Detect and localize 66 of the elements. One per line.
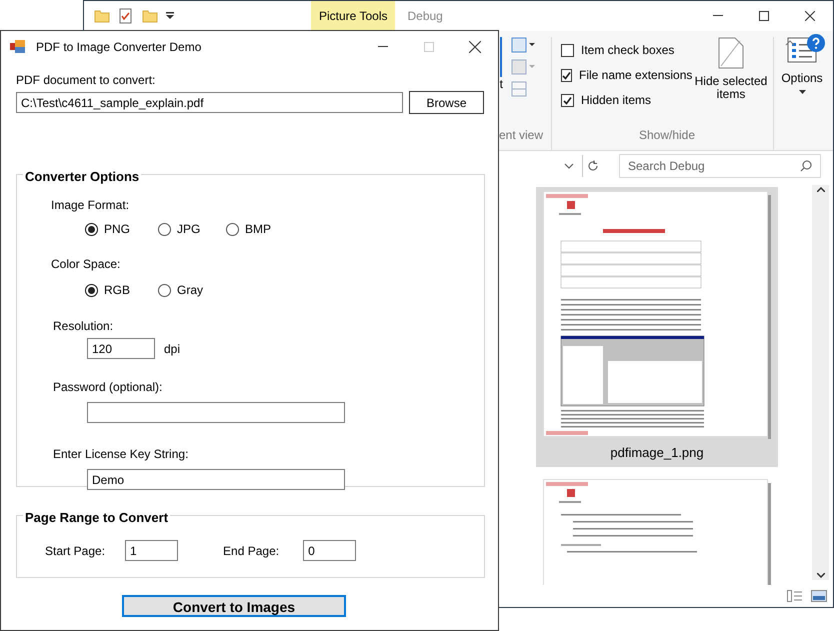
radio-label: Gray	[177, 282, 204, 299]
search-field[interactable]: Search Debug	[619, 154, 821, 178]
file-name: pdfimage_1.png	[610, 444, 704, 462]
field-label: Start Page:	[45, 542, 106, 560]
checkmark-icon	[563, 96, 572, 104]
browse-button[interactable]: Browse	[409, 91, 484, 114]
hide-selected-button[interactable]: Hide selected items	[693, 37, 769, 109]
context-tab[interactable]: Picture Tools	[311, 1, 396, 31]
field-label: PDF document to convert:	[16, 72, 156, 89]
scroll-down-icon[interactable]	[816, 573, 824, 578]
column-icon[interactable]	[511, 37, 535, 53]
app-icon	[10, 40, 26, 54]
scrollbar[interactable]	[812, 185, 829, 580]
radio-option[interactable]: JPG	[158, 220, 226, 238]
field-label: Password (optional):	[53, 379, 164, 396]
page-icon	[718, 37, 744, 69]
maximize-icon	[424, 42, 434, 52]
minimize-icon	[713, 15, 723, 17]
field-label: Color Space:	[51, 256, 122, 273]
window-title: PDF to Image Converter Demo	[36, 38, 202, 56]
options-button[interactable]: Options	[778, 37, 826, 94]
minimize-icon	[378, 46, 388, 48]
radio-label: PNG	[104, 221, 130, 238]
help-icon[interactable]	[807, 34, 825, 52]
close-icon	[469, 40, 481, 52]
field-label: End Page:	[223, 542, 280, 560]
ribbon-checkbox[interactable]: Item check boxes	[561, 41, 689, 59]
refresh-icon[interactable]	[587, 160, 599, 172]
password-field[interactable]	[87, 402, 345, 423]
close-icon	[805, 11, 815, 21]
dropdown-icon[interactable]	[166, 12, 174, 20]
caret-icon	[798, 90, 806, 94]
radio-label: RGB	[104, 282, 130, 299]
field-label: Image Format:	[51, 197, 130, 214]
field-label: Enter License Key String:	[53, 446, 190, 463]
file-tile[interactable]: pdfimage_1.png	[536, 187, 778, 466]
pdf-path-field[interactable]: C:\Test\c4611_sample_explain.pdf	[16, 92, 403, 113]
radio-option[interactable]: Gray	[158, 281, 231, 299]
start-page-field[interactable]: 1	[125, 540, 178, 561]
maximize-icon	[759, 11, 769, 21]
radio-circle[interactable]	[85, 284, 98, 296]
resolution-field[interactable]: 120	[87, 338, 155, 359]
button-label[interactable]: t	[500, 77, 503, 91]
license-key-field[interactable]: Demo	[87, 469, 345, 490]
unit-label: dpi	[164, 340, 180, 358]
end-page-field[interactable]: 0	[303, 540, 356, 561]
radio-label: JPG	[177, 221, 200, 238]
convert-button[interactable]: Convert to Images	[122, 595, 346, 617]
radio-option[interactable]: RGB	[85, 281, 158, 299]
search-icon	[800, 160, 812, 172]
radio-circle[interactable]	[85, 222, 98, 236]
group-label: Show/hide	[638, 127, 696, 144]
radio-label: BMP	[245, 221, 272, 238]
window-title: Debug	[407, 8, 443, 25]
field-label: Resolution:	[53, 318, 114, 335]
details-view-icon[interactable]	[787, 590, 803, 602]
thumbnail-view-icon[interactable]	[811, 590, 827, 602]
checkmark-icon	[562, 70, 571, 80]
group-label: ent view	[499, 127, 544, 144]
chevron-down-icon[interactable]	[564, 163, 574, 169]
properties-icon[interactable]	[118, 8, 134, 24]
radio-option[interactable]: PNG	[85, 220, 158, 238]
collapse-caret-icon[interactable]	[785, 40, 795, 46]
scroll-up-icon[interactable]	[816, 187, 824, 192]
ribbon-checkbox[interactable]: Hidden items	[561, 91, 689, 109]
radio-option[interactable]: BMP	[226, 220, 294, 238]
